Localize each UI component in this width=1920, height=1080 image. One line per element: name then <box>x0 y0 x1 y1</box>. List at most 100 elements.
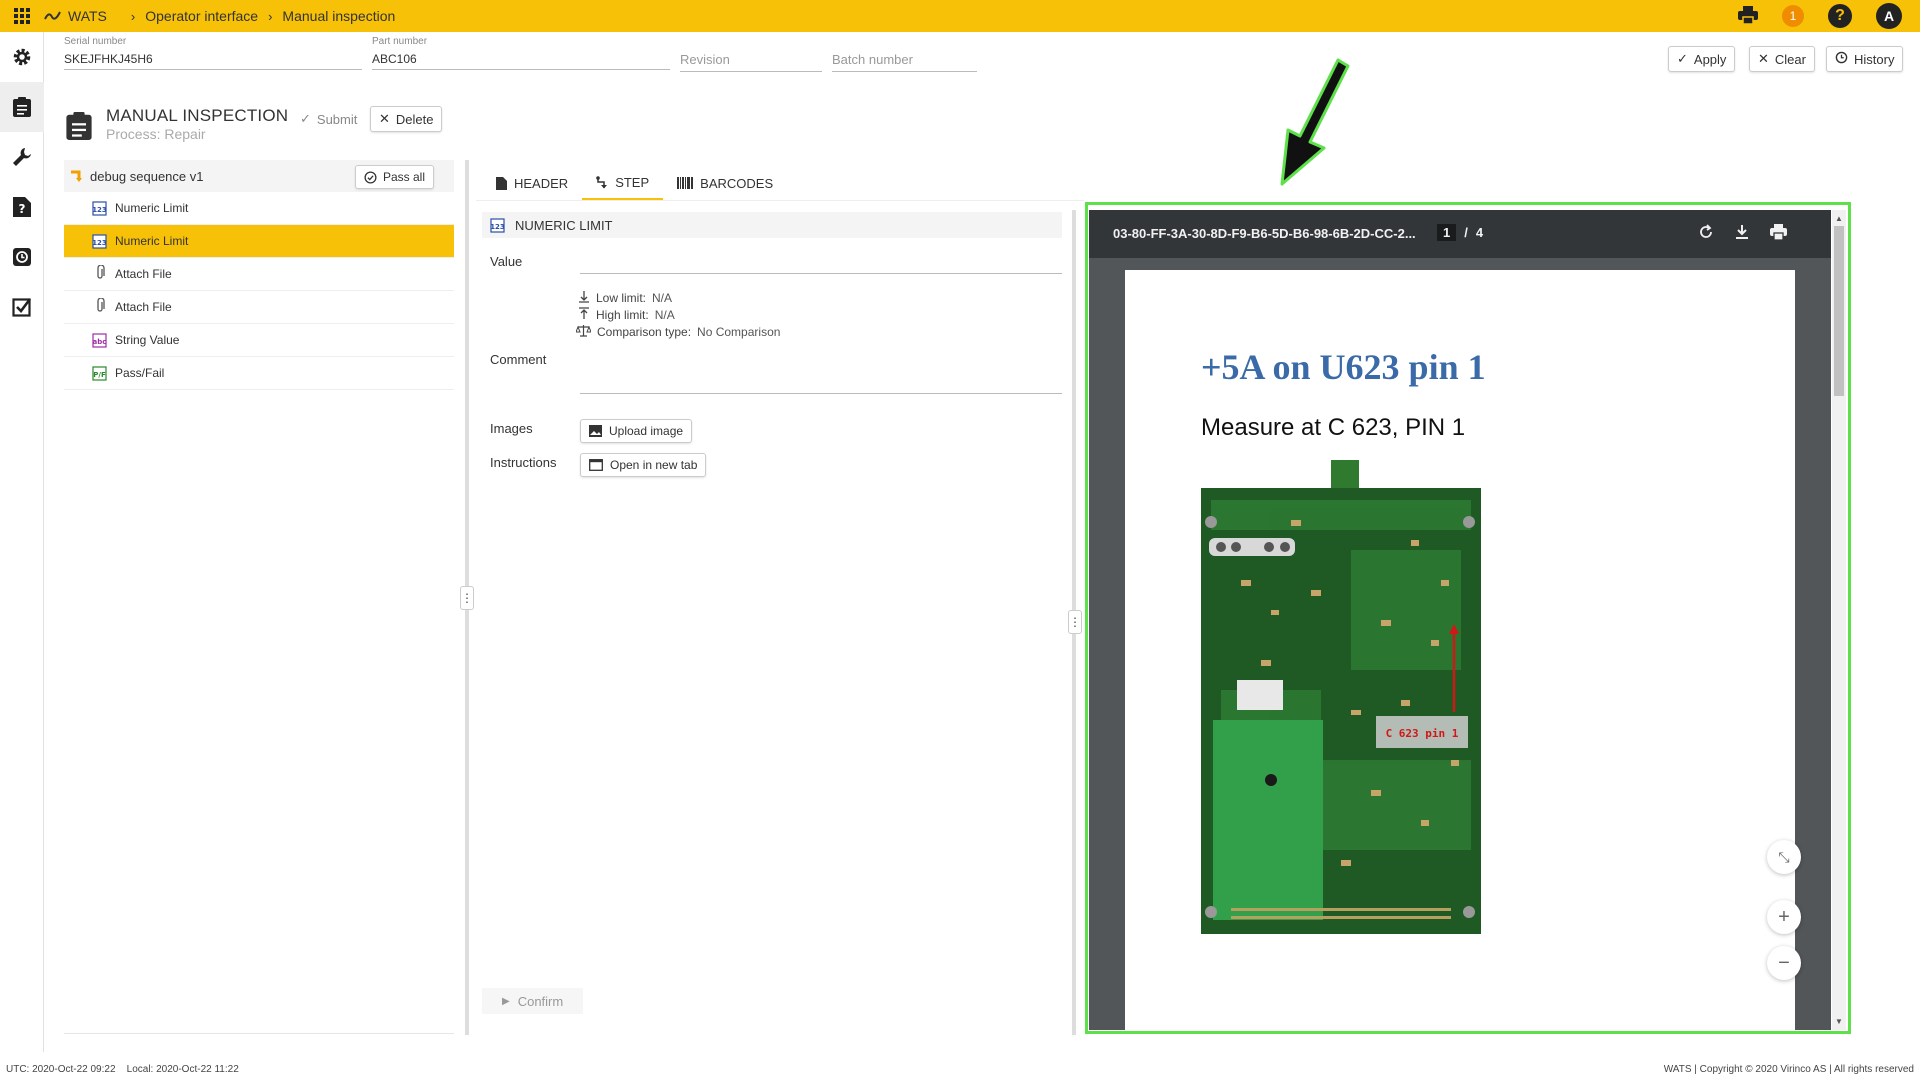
sidebar-item-tools[interactable] <box>0 132 44 182</box>
pdf-toolbar: 03-80-FF-3A-30-8D-F9-B6-5D-B6-98-6B-2D-C… <box>1089 210 1831 258</box>
pdf-text: Measure at C 623, PIN 1 <box>1201 414 1466 441</box>
resize-handle-icon[interactable]: ⋮ <box>460 586 474 610</box>
breadcrumb: › Operator interface › Manual inspection <box>121 8 395 24</box>
value-input[interactable] <box>580 252 1062 274</box>
step-item-selected[interactable]: 123 Numeric Limit <box>64 225 454 258</box>
svg-text:?: ? <box>19 202 26 216</box>
step-item[interactable]: Attach File <box>64 258 454 291</box>
apply-button[interactable]: ✓ Apply <box>1668 46 1736 72</box>
sidebar-item-history[interactable] <box>0 232 44 282</box>
apps-grid-icon[interactable] <box>0 0 44 32</box>
numeric-limit-icon: 123 <box>92 200 107 216</box>
resize-handle-icon[interactable]: ⋮ <box>1068 610 1082 634</box>
revision-field[interactable]: Revision <box>680 36 822 72</box>
step-item[interactable]: 123 Numeric Limit <box>64 192 454 225</box>
process-subtitle: Process: Repair <box>106 126 206 142</box>
scroll-up-icon[interactable]: ▲ <box>1835 214 1843 223</box>
breadcrumb-operator-interface[interactable]: Operator interface <box>145 8 258 24</box>
page: WATS › Operator interface › Manual inspe… <box>0 0 1920 1080</box>
delete-button-label: Delete <box>395 111 434 127</box>
sidebar-item-settings[interactable] <box>0 32 44 82</box>
barcode-icon <box>677 177 694 189</box>
confirm-label: Confirm <box>517 993 564 1009</box>
pdf-scrollbar-thumb[interactable] <box>1834 226 1844 396</box>
avatar[interactable]: A <box>1876 3 1902 29</box>
comparison-type-label: Comparison type: <box>597 325 692 339</box>
history-button[interactable]: History <box>1826 46 1904 72</box>
print-icon[interactable] <box>1770 224 1787 243</box>
pdf-heading: +5A on U623 pin 1 <box>1201 347 1486 387</box>
confirm-button[interactable]: ▶ Confirm <box>482 988 584 1014</box>
pdf-viewer[interactable]: 03-80-FF-3A-30-8D-F9-B6-5D-B6-98-6B-2D-C… <box>1089 210 1831 1030</box>
open-in-new-tab-icon <box>589 459 603 471</box>
step-icon <box>596 175 608 188</box>
sidebar-item-checklist[interactable] <box>0 282 44 332</box>
wrench-icon <box>13 148 31 166</box>
breadcrumb-manual-inspection[interactable]: Manual inspection <box>282 8 395 24</box>
low-limit-value: N/A <box>652 291 673 305</box>
sidebar-item-inspection[interactable] <box>0 82 44 132</box>
history-icon <box>13 248 31 266</box>
tab-barcodes[interactable]: BARCODES <box>663 166 787 200</box>
step-item[interactable]: abc String Value <box>64 324 454 357</box>
revision-placeholder: Revision <box>680 52 730 67</box>
step-item-label: Numeric Limit <box>115 201 189 215</box>
upload-image-label: Upload image <box>609 424 684 438</box>
comparison-type-row: Comparison type: No Comparison <box>575 324 780 340</box>
part-number-field[interactable]: Part number ABC106 <box>372 36 670 70</box>
footer-times: UTC: 2020-Oct-22 09:22 Local: 2020-Oct-2… <box>6 1064 239 1075</box>
serial-number-field[interactable]: Serial number SKEJFHKJ45H6 <box>64 36 362 70</box>
upload-image-button[interactable]: Upload image <box>580 419 693 443</box>
sidebar-item-help[interactable]: ? <box>0 182 44 232</box>
step-item-label: String Value <box>115 333 180 347</box>
low-limit-row: Low limit: N/A <box>578 290 672 306</box>
pdf-current-page[interactable]: 1 <box>1437 224 1457 241</box>
value-label: Value <box>490 254 523 269</box>
rotate-icon[interactable] <box>1698 224 1714 243</box>
svg-text:abc: abc <box>93 338 107 346</box>
batch-number-field[interactable]: Batch number <box>832 36 977 72</box>
clear-button[interactable]: ✕ Clear <box>1749 46 1815 72</box>
high-limit-row: High limit: N/A <box>578 307 675 323</box>
pdf-scrollbar[interactable]: ▲ ▼ <box>1832 210 1846 1030</box>
brand[interactable]: WATS <box>44 8 107 24</box>
gear-icon <box>13 48 31 66</box>
notification-badge[interactable]: 1 <box>1782 5 1804 27</box>
images-label: Images <box>490 421 533 436</box>
check-icon: ✓ <box>300 111 311 126</box>
sequence-icon <box>71 170 82 182</box>
step-item[interactable]: P/F Pass/Fail <box>64 357 454 390</box>
part-number-value[interactable]: ABC106 <box>372 49 670 69</box>
download-icon[interactable] <box>1734 224 1750 243</box>
help-icon[interactable]: ? <box>1828 4 1852 28</box>
tab-step[interactable]: STEP <box>582 166 664 200</box>
apply-button-label: Apply <box>1693 51 1727 67</box>
high-limit-icon <box>578 307 590 323</box>
top-bar-actions: 1 ? A <box>1738 0 1902 32</box>
tab-header[interactable]: HEADER <box>482 166 582 200</box>
tab-bar: HEADER STEP BARCODES <box>482 166 787 200</box>
pcb-label: C 623 pin 1 <box>1386 727 1459 740</box>
scale-icon <box>575 324 592 340</box>
close-icon: ✕ <box>1758 51 1769 66</box>
pdf-page-indicator: 1 / 4 <box>1437 224 1483 241</box>
delete-button[interactable]: ✕ Delete <box>370 106 443 132</box>
history-clock-icon <box>1835 51 1848 67</box>
step-type-label: NUMERIC LIMIT <box>515 217 613 233</box>
serial-number-value[interactable]: SKEJFHKJ45H6 <box>64 49 362 69</box>
comment-input[interactable] <box>580 372 1062 394</box>
printer-icon[interactable] <box>1738 5 1758 27</box>
pass-fail-icon: P/F <box>92 365 107 381</box>
step-item[interactable]: Attach File <box>64 291 454 324</box>
zoom-out-button[interactable]: − <box>1767 946 1801 980</box>
pass-all-button[interactable]: Pass all <box>354 165 434 189</box>
open-in-new-tab-button[interactable]: Open in new tab <box>580 453 707 477</box>
fit-page-button[interactable]: ⤡ <box>1767 840 1801 874</box>
zoom-in-button[interactable]: + <box>1767 900 1801 934</box>
scroll-down-icon[interactable]: ▼ <box>1835 1017 1843 1026</box>
paperclip-icon <box>92 264 107 283</box>
collapse-icon: ⤡ <box>1778 848 1790 865</box>
close-icon: ✕ <box>379 111 390 126</box>
submit-button[interactable]: ✓ Submit <box>292 106 366 132</box>
sequence-header[interactable]: debug sequence v1 Pass all <box>64 160 454 192</box>
